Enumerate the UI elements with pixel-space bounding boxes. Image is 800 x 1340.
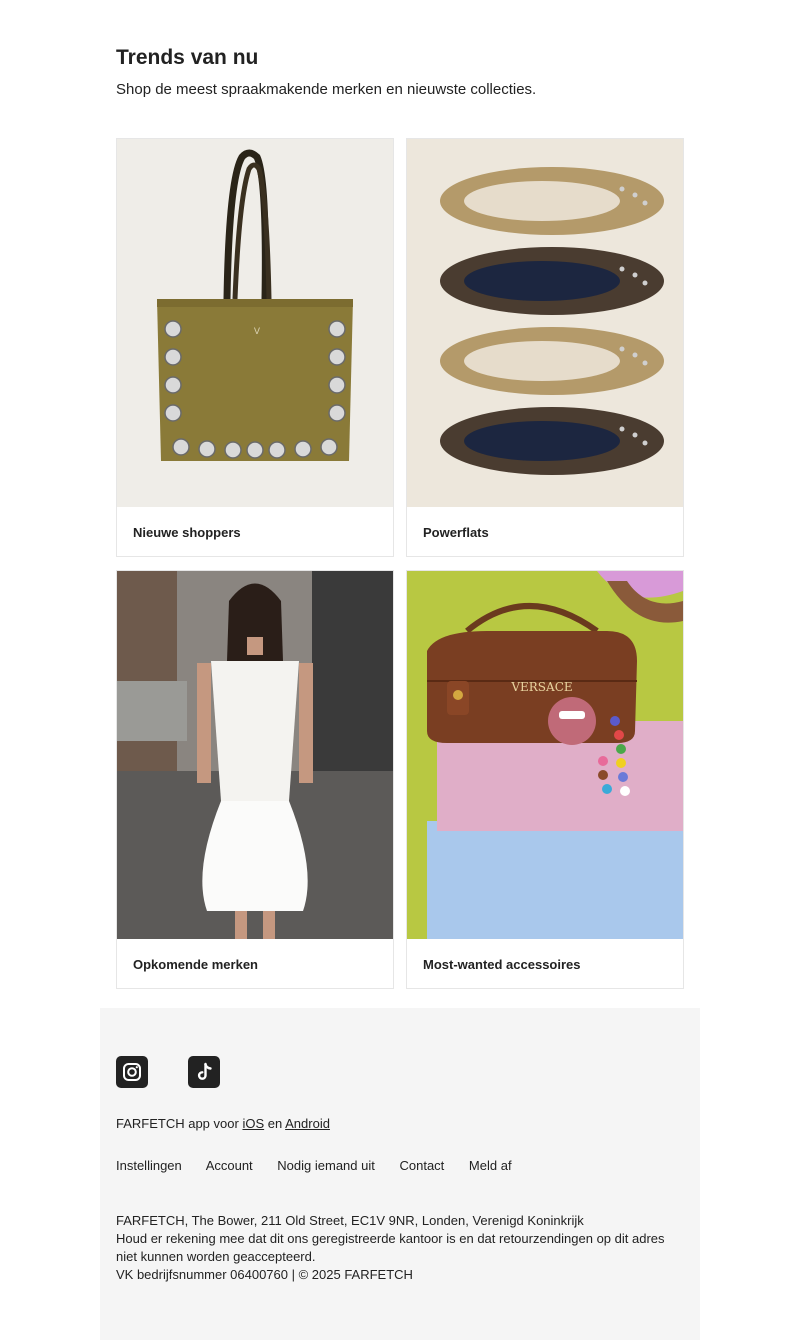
android-link[interactable]: Android xyxy=(285,1116,330,1131)
svg-text:VERSACE: VERSACE xyxy=(510,680,572,694)
model-image[interactable] xyxy=(117,571,393,939)
invite-link[interactable]: Nodig iemand uit xyxy=(277,1158,375,1173)
address-line: FARFETCH, The Bower, 211 Old Street, EC1… xyxy=(116,1213,584,1228)
tiktok-icon[interactable] xyxy=(188,1056,220,1088)
app-and-text: en xyxy=(267,1116,283,1131)
card-powerflats[interactable]: Powerflats xyxy=(406,138,684,557)
svg-text:V: V xyxy=(254,327,261,337)
ios-link[interactable]: iOS xyxy=(242,1116,264,1131)
card-label[interactable]: Opkomende merken xyxy=(133,957,258,972)
account-link[interactable]: Account xyxy=(206,1158,253,1173)
tote-bag-image[interactable]: V xyxy=(117,139,393,507)
returns-note: Houd er rekening mee dat dit ons geregis… xyxy=(116,1231,665,1264)
flats-image[interactable] xyxy=(407,139,683,507)
card-emerging-brands[interactable]: Opkomende merken xyxy=(116,570,394,989)
card-label[interactable]: Nieuwe shoppers xyxy=(133,525,241,540)
footer-links: Instellingen Account Nodig iemand uit Co… xyxy=(116,1158,533,1173)
company-line: VK bedrijfsnummer 06400760 | © 2025 FARF… xyxy=(116,1267,413,1282)
settings-link[interactable]: Instellingen xyxy=(116,1158,182,1173)
app-download-line: FARFETCH app voor iOS en Android xyxy=(116,1116,330,1131)
footer: FARFETCH app voor iOS en Android Instell… xyxy=(100,1008,700,1340)
section-title: Trends van nu xyxy=(116,46,259,69)
company-address-block: FARFETCH, The Bower, 211 Old Street, EC1… xyxy=(116,1212,686,1284)
section-subtitle: Shop de meest spraakmakende merken en ni… xyxy=(116,81,537,98)
contact-link[interactable]: Contact xyxy=(399,1158,444,1173)
card-label[interactable]: Powerflats xyxy=(423,525,489,540)
instagram-icon[interactable] xyxy=(116,1056,148,1088)
card-most-wanted-accessories[interactable]: VERSACE Most-wanted accessoires xyxy=(406,570,684,989)
card-new-shoppers[interactable]: V Nieuwe shoppers xyxy=(116,138,394,557)
versace-bag-image[interactable]: VERSACE xyxy=(407,571,683,939)
app-prefix-text: FARFETCH app voor xyxy=(116,1116,239,1131)
card-label[interactable]: Most-wanted accessoires xyxy=(423,957,581,972)
unsubscribe-link[interactable]: Meld af xyxy=(469,1158,512,1173)
